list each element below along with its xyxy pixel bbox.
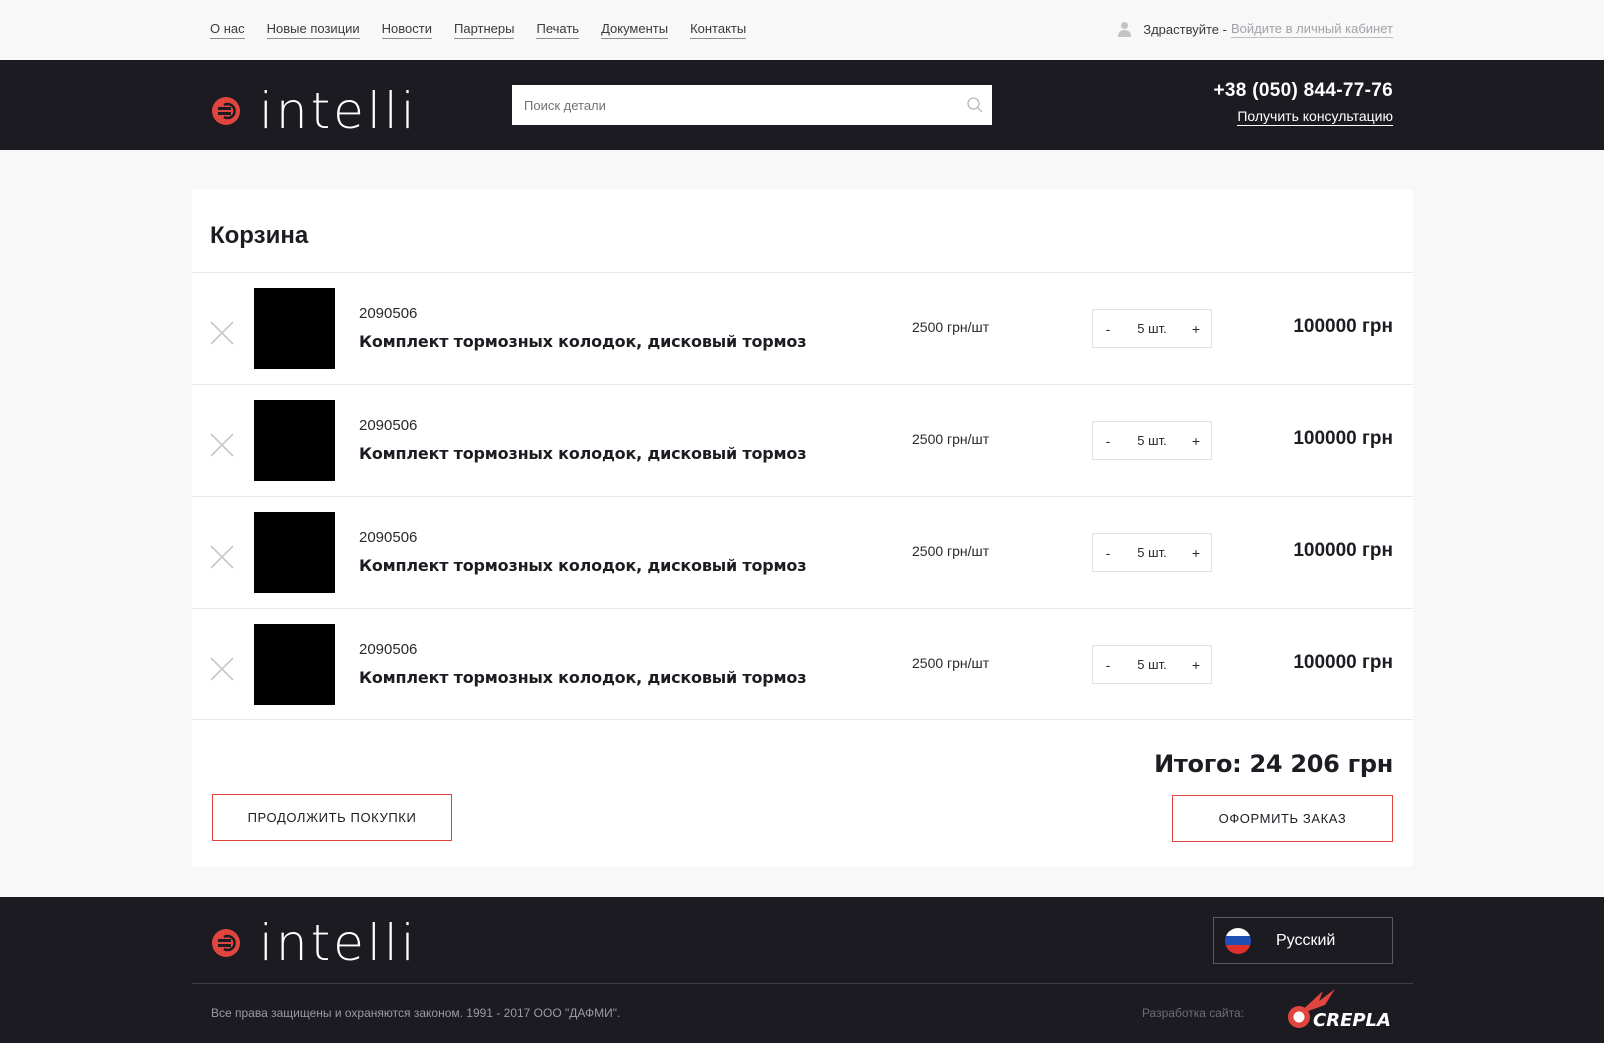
- remove-icon[interactable]: [210, 657, 234, 681]
- logo-mark-icon: [211, 96, 241, 126]
- search-input[interactable]: [512, 85, 958, 125]
- top-bar: О нас Новые позиции Новости Партнеры Печ…: [0, 0, 1604, 60]
- qty-increase-button[interactable]: +: [1181, 321, 1211, 337]
- nav-link-news[interactable]: Новости: [381, 21, 432, 39]
- quantity-stepper: - 5 шт. +: [1092, 533, 1212, 572]
- footer-logo[interactable]: intelli: [211, 918, 418, 968]
- user-greeting: Здраствуйте - Войдите в личный кабинет: [1118, 21, 1393, 38]
- remove-icon[interactable]: [210, 321, 234, 345]
- cart-card: Корзина 2090506 Комплект тормозных колод…: [192, 190, 1413, 866]
- product-sku: 2090506: [359, 529, 418, 546]
- line-total: 100000 грн: [1293, 540, 1393, 561]
- greeting-text: Здраствуйте -: [1143, 21, 1227, 37]
- qty-decrease-button[interactable]: -: [1093, 321, 1123, 337]
- product-image[interactable]: [254, 400, 335, 481]
- nav-link-partners[interactable]: Партнеры: [454, 21, 515, 39]
- logo-text: intelli: [259, 82, 418, 140]
- product-name[interactable]: Комплект тормозных колодок, дисковый тор…: [359, 556, 806, 575]
- line-total: 100000 грн: [1293, 652, 1393, 673]
- product-sku: 2090506: [359, 305, 418, 322]
- line-total: 100000 грн: [1293, 316, 1393, 337]
- unit-price: 2500 грн/шт: [912, 319, 990, 335]
- qty-value[interactable]: 5 шт.: [1123, 433, 1181, 448]
- product-name[interactable]: Комплект тормозных колодок, дисковый тор…: [359, 444, 806, 463]
- search-box: [512, 85, 992, 125]
- logo-text: intelli: [259, 914, 418, 972]
- footer: intelli Русский Все права защищены и охр…: [0, 897, 1604, 1043]
- quantity-stepper: - 5 шт. +: [1092, 421, 1212, 460]
- qty-decrease-button[interactable]: -: [1093, 433, 1123, 449]
- quantity-stepper: - 5 шт. +: [1092, 309, 1212, 348]
- russia-flag-icon: [1225, 927, 1251, 954]
- site-logo[interactable]: intelli: [211, 86, 418, 136]
- nav-link-documents[interactable]: Документы: [601, 21, 669, 39]
- continue-shopping-button[interactable]: Продолжить покупки: [212, 794, 452, 841]
- remove-icon[interactable]: [210, 545, 234, 569]
- quantity-stepper: - 5 шт. +: [1092, 645, 1212, 684]
- user-icon: [1118, 22, 1132, 37]
- product-sku: 2090506: [359, 641, 418, 658]
- consultation-link[interactable]: Получить консультацию: [1237, 108, 1393, 126]
- qty-decrease-button[interactable]: -: [1093, 657, 1123, 673]
- unit-price: 2500 грн/шт: [912, 543, 990, 559]
- nav-link-contacts[interactable]: Контакты: [690, 21, 747, 39]
- cart-row: 2090506 Комплект тормозных колодок, диск…: [192, 272, 1413, 384]
- grand-total: Итого: 24 206 грн: [1154, 750, 1393, 778]
- product-sku: 2090506: [359, 417, 418, 434]
- developer-logo[interactable]: CREPLA: [1285, 985, 1397, 1038]
- cart-row: 2090506 Комплект тормозных колодок, диск…: [192, 496, 1413, 608]
- checkout-button[interactable]: Оформить заказ: [1172, 795, 1393, 842]
- product-image[interactable]: [254, 512, 335, 593]
- page-title: Корзина: [210, 222, 309, 249]
- developer-label: Разработка сайта:: [1141, 1006, 1244, 1020]
- copyright-text: Все права защищены и охраняются законом.…: [211, 1006, 621, 1020]
- developer-brand: CREPLA: [1313, 1010, 1391, 1031]
- product-name[interactable]: Комплект тормозных колодок, дисковый тор…: [359, 668, 806, 687]
- remove-icon[interactable]: [210, 433, 234, 457]
- language-label: Русский: [1276, 931, 1336, 949]
- phone-number[interactable]: +38 (050) 844-77-76: [1214, 80, 1393, 102]
- logo-mark-icon: [211, 928, 241, 958]
- cart-row: 2090506 Комплект тормозных колодок, диск…: [192, 608, 1413, 720]
- language-selector[interactable]: Русский: [1213, 917, 1393, 964]
- qty-value[interactable]: 5 шт.: [1123, 657, 1181, 672]
- product-image[interactable]: [254, 624, 335, 705]
- footer-divider: [192, 983, 1413, 984]
- header: intelli +38 (050) 844-77-76 Получить кон…: [0, 60, 1604, 150]
- qty-increase-button[interactable]: +: [1181, 545, 1211, 561]
- nav-link-print[interactable]: Печать: [536, 21, 580, 39]
- unit-price: 2500 грн/шт: [912, 431, 990, 447]
- line-total: 100000 грн: [1293, 428, 1393, 449]
- product-name[interactable]: Комплект тормозных колодок, дисковый тор…: [359, 332, 806, 351]
- search-icon[interactable]: [958, 85, 992, 125]
- qty-decrease-button[interactable]: -: [1093, 545, 1123, 561]
- product-image[interactable]: [254, 288, 335, 369]
- top-nav: О нас Новые позиции Новости Партнеры Печ…: [210, 21, 747, 39]
- nav-link-about[interactable]: О нас: [210, 21, 245, 39]
- unit-price: 2500 грн/шт: [912, 655, 990, 671]
- cart-row: 2090506 Комплект тормозных колодок, диск…: [192, 384, 1413, 496]
- qty-value[interactable]: 5 шт.: [1123, 321, 1181, 336]
- login-link[interactable]: Войдите в личный кабинет: [1230, 21, 1393, 38]
- qty-value[interactable]: 5 шт.: [1123, 545, 1181, 560]
- qty-increase-button[interactable]: +: [1181, 657, 1211, 673]
- nav-link-new-items[interactable]: Новые позиции: [266, 21, 360, 39]
- qty-increase-button[interactable]: +: [1181, 433, 1211, 449]
